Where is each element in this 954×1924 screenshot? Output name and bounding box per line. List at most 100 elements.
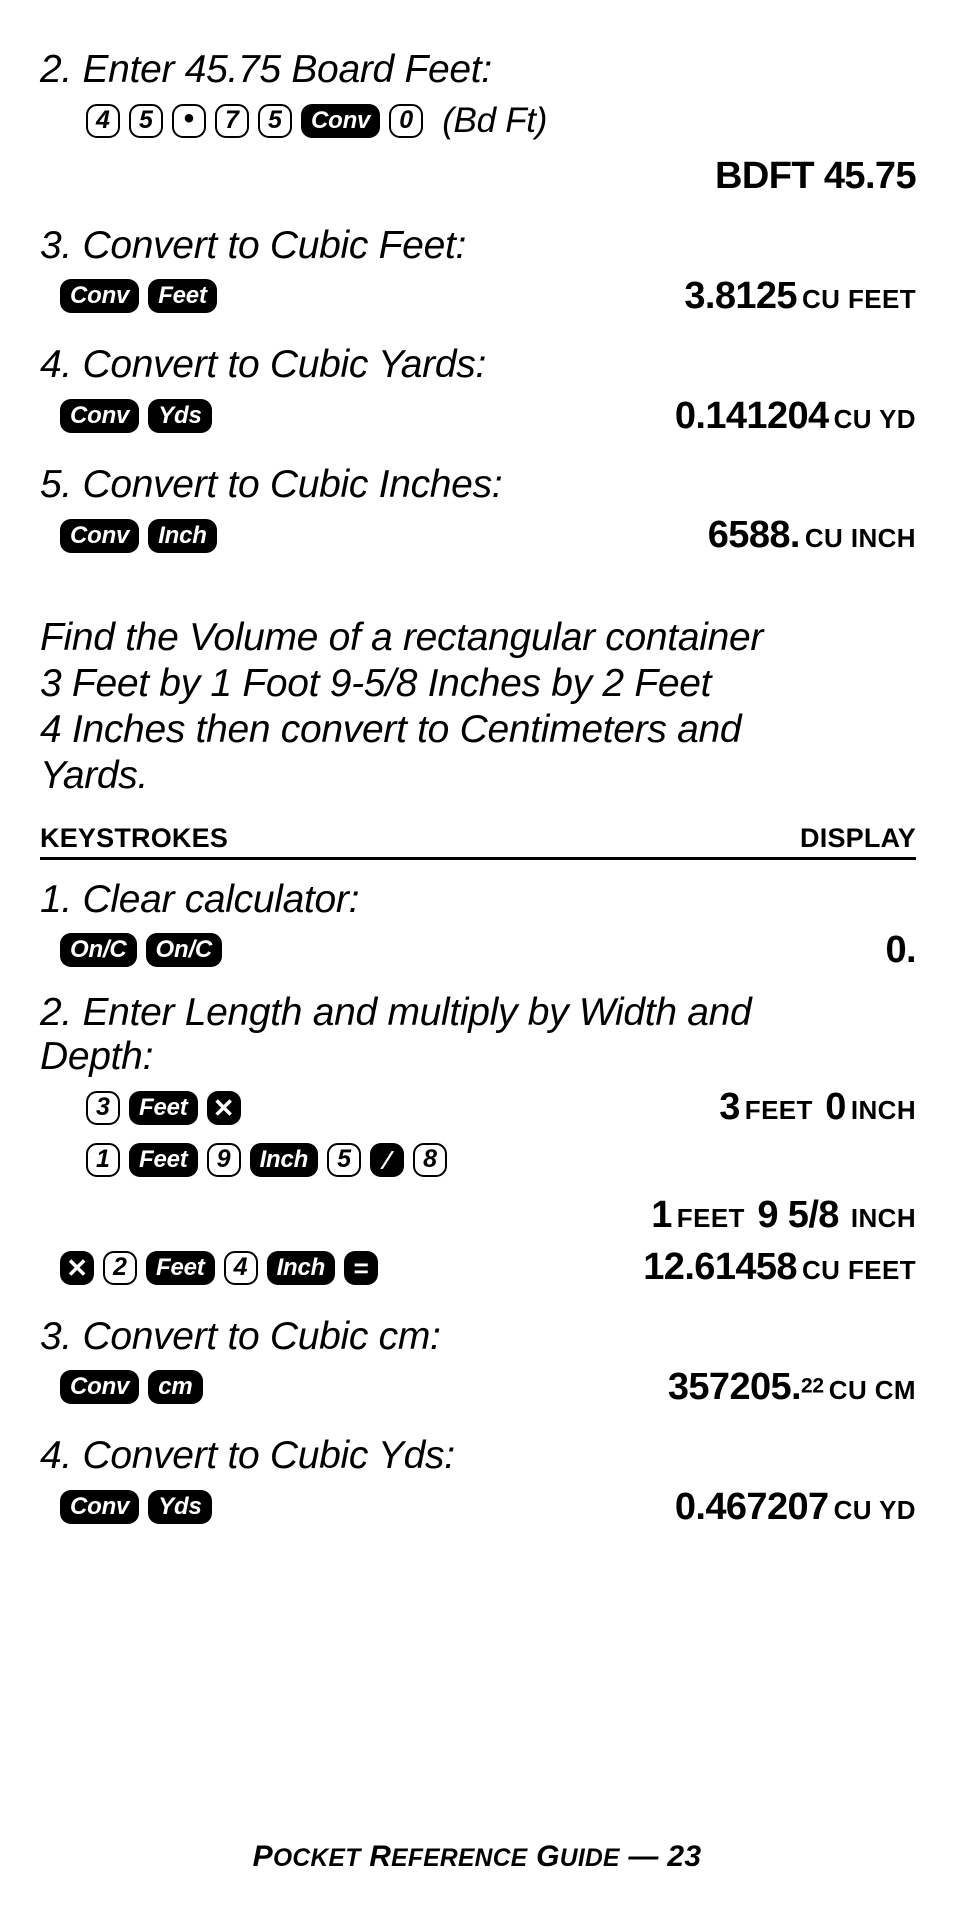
display-value: 0.141204 — [674, 394, 829, 437]
display-unit: CU YD — [833, 403, 916, 434]
display-value-group: 1 FEET 9 5/8 INCH — [651, 1194, 916, 1237]
problem-line: 3 Feet by 1 Foot 9-5/8 Inches by 2 Feet — [40, 661, 712, 705]
key-decimal[interactable]: • — [172, 103, 206, 138]
display-value-group: 0.467207 CU YD — [675, 1486, 916, 1529]
key-inch[interactable]: Inch — [266, 1250, 336, 1285]
problem-line: Yards. — [40, 753, 149, 797]
keystroke-sequence: 3 Feet ✕ — [86, 1090, 241, 1125]
keystroke-sequence: Conv Yds — [60, 399, 212, 434]
key-yds[interactable]: Yds — [148, 399, 212, 434]
display-value: 12.61458 — [643, 1246, 797, 1289]
step-title: 2. Enter Length and multiply by Width an… — [40, 991, 752, 1035]
key-conv[interactable]: Conv — [60, 518, 140, 553]
key-feet[interactable]: Feet — [129, 1090, 198, 1125]
key-feet[interactable]: Feet — [129, 1142, 198, 1177]
display-unit-2: INCH — [850, 1203, 916, 1234]
step-title: 3. Convert to Cubic Feet: — [40, 223, 467, 267]
key-8[interactable]: 8 — [413, 1142, 448, 1177]
keystroke-sequence: Conv Feet — [60, 279, 217, 314]
display-value: 1 — [651, 1194, 672, 1237]
table-header: KEYSTROKES DISPLAY — [40, 823, 916, 860]
keystroke-row: 1 Feet 9 Inch 5 ∕ 8 — [40, 1137, 916, 1183]
display-value-group: 3.8125 CU FEET — [684, 275, 916, 318]
problem-line: Find the Volume of a rectangular contain… — [40, 615, 764, 659]
page-content: 2. Enter 45.75 Board Feet: 4 5 • 7 5 Con… — [40, 48, 917, 1530]
keystroke-sequence: Conv Inch — [60, 518, 217, 553]
step-title: 2. Enter 45.75 Board Feet: — [40, 48, 492, 91]
keystroke-row: On/C On/C 0. — [40, 927, 917, 973]
key-onc[interactable]: On/C — [60, 933, 137, 968]
key-onc[interactable]: On/C — [145, 933, 223, 968]
display-unit: CU YD — [833, 1494, 916, 1525]
key-4[interactable]: 4 — [223, 1250, 258, 1285]
display-unit: FEET — [744, 1095, 813, 1126]
display-value-group: 357205.22 CU CM — [668, 1366, 916, 1409]
key-9[interactable]: 9 — [206, 1142, 241, 1177]
key-2[interactable]: 2 — [103, 1250, 137, 1285]
problem-statement: Find the Volume of a rectangular contain… — [40, 615, 916, 799]
key-equals[interactable]: = — [344, 1250, 379, 1285]
display-value: 0. — [885, 928, 917, 971]
display-value-group: 12.61458 CU FEET — [643, 1246, 916, 1289]
display-unit: CU FEET — [801, 1255, 916, 1286]
display-row: 1 FEET 9 5/8 INCH — [40, 1193, 916, 1239]
display-value-group: 3 FEET 0 INCH — [719, 1086, 916, 1129]
display-unit: FEET — [676, 1203, 745, 1234]
display-value: 6588. — [707, 514, 801, 557]
key-conv[interactable]: Conv — [301, 103, 381, 138]
key-inch[interactable]: Inch — [148, 518, 217, 553]
key-multiply[interactable]: ✕ — [60, 1250, 94, 1285]
key-conv[interactable]: Conv — [60, 1370, 140, 1405]
problem-line: 4 Inches then convert to Centimeters and — [40, 707, 742, 751]
display-value: 0.467207 — [674, 1485, 829, 1528]
key-divide[interactable]: ∕ — [370, 1142, 405, 1177]
display-value-group: 0.141204 CU YD — [675, 395, 916, 438]
step-title: 4. Convert to Cubic Yds: — [40, 1434, 455, 1478]
key-feet[interactable]: Feet — [146, 1250, 215, 1285]
display-unit: CU INCH — [804, 523, 916, 554]
key-conv[interactable]: Conv — [60, 399, 140, 434]
keystroke-row: Conv cm 357205.22 CU CM — [40, 1364, 916, 1410]
keystroke-sequence: On/C On/C — [60, 933, 223, 968]
step-title: 1. Clear calculator: — [40, 877, 360, 921]
key-yds[interactable]: Yds — [148, 1490, 212, 1525]
display-value-group: 0. — [886, 929, 917, 972]
step-title-cont: Depth: — [40, 1035, 154, 1079]
key-inch[interactable]: Inch — [249, 1142, 319, 1177]
key-conv[interactable]: Conv — [60, 279, 140, 314]
keystroke-sequence: ✕ 2 Feet 4 Inch = — [60, 1250, 379, 1285]
display-row: BDFT 45.75 — [40, 154, 917, 200]
display-unit-2: INCH — [850, 1095, 916, 1126]
key-4[interactable]: 4 — [86, 103, 120, 138]
keystroke-row: ✕ 2 Feet 4 Inch = 12.61458 CU FEET — [40, 1245, 916, 1291]
key-5b[interactable]: 5 — [258, 103, 292, 138]
display-value-2: 9 5/8 — [757, 1194, 839, 1237]
reference-guide-page: 2. Enter 45.75 Board Feet: 4 5 • 7 5 Con… — [0, 0, 954, 1924]
footer-page-number: 23 — [667, 1840, 702, 1873]
key-5[interactable]: 5 — [129, 103, 163, 138]
keystroke-row: Conv Yds 0.141204 CU YD — [40, 393, 916, 439]
keystroke-row: 3 Feet ✕ 3 FEET 0 INCH — [40, 1085, 916, 1131]
keystroke-row: Conv Yds 0.467207 CU YD — [40, 1484, 916, 1530]
page-footer: POCKET REFERENCE GUIDE — 23 — [0, 1840, 954, 1874]
key-1[interactable]: 1 — [86, 1142, 120, 1177]
step-title: 5. Convert to Cubic Inches: — [40, 463, 503, 507]
key-7[interactable]: 7 — [215, 103, 249, 138]
display-value-group: 6588. CU INCH — [708, 514, 916, 557]
display-value: BDFT 45.75 — [715, 155, 917, 198]
keystroke-sequence: 1 Feet 9 Inch 5 ∕ 8 — [86, 1142, 448, 1177]
key-multiply[interactable]: ✕ — [206, 1090, 241, 1125]
keystroke-row: 4 5 • 7 5 Conv 0 (Bd Ft) — [40, 98, 916, 144]
display-value-2: 0 — [825, 1086, 846, 1129]
keystroke-row: Conv Inch 6588. CU INCH — [40, 513, 916, 559]
key-0[interactable]: 0 — [389, 103, 424, 138]
column-header-display: DISPLAY — [800, 822, 916, 853]
key-3[interactable]: 3 — [86, 1090, 120, 1125]
key-cm[interactable]: cm — [148, 1370, 203, 1405]
step-title: 3. Convert to Cubic cm: — [40, 1314, 441, 1358]
key-5[interactable]: 5 — [327, 1142, 362, 1177]
footer-dash: — — [628, 1840, 659, 1873]
key-conv[interactable]: Conv — [60, 1490, 140, 1525]
display-unit: CU FEET — [801, 283, 916, 314]
key-feet[interactable]: Feet — [148, 279, 217, 314]
